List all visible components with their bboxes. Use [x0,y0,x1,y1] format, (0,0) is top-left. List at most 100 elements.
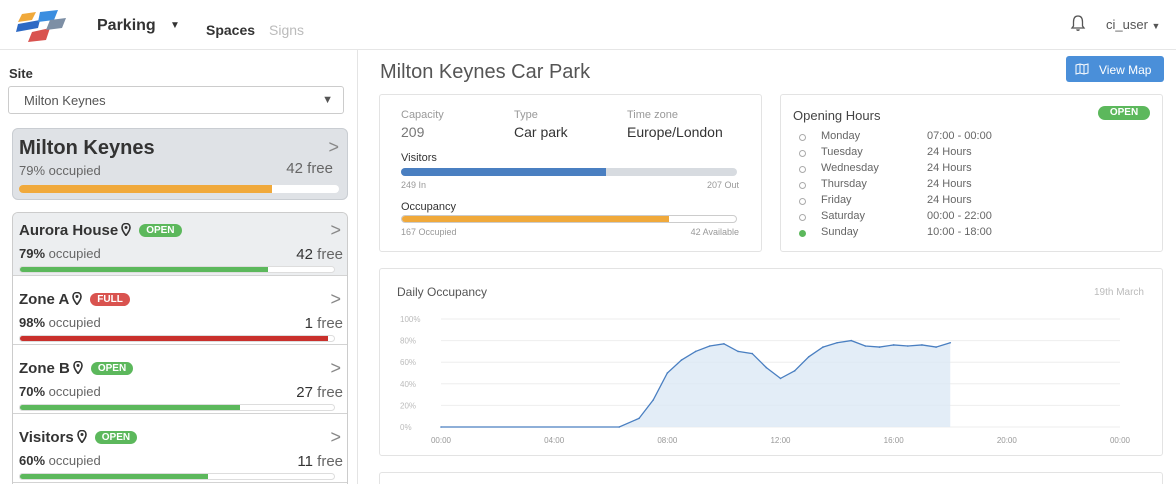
hours-time: 24 Hours [927,146,972,158]
user-menu[interactable]: ci_user ▼ [1106,17,1160,32]
x-tick-label: 00:00 [431,436,452,445]
hours-day: Friday [821,194,852,206]
hours-row: Sunday 10:00 - 18:00 [797,226,1147,242]
zone-occupied-suffix: occupied [45,384,101,399]
occupancy-bar [401,215,737,223]
visitors-in: 249 In [401,180,427,190]
occupancy-point [765,366,768,369]
zone-occupied: 60% occupied [19,453,101,468]
site-select[interactable]: Milton Keynes ▼ [8,86,344,114]
y-tick-label: 80% [400,337,416,346]
stats-panel: Capacity 209 Type Car park Time zone Eur… [379,94,762,252]
occupancy-point [850,339,853,342]
day-status-icon [799,214,806,221]
zone-bar-fill [20,336,328,341]
zone-free: 42 free [296,246,343,263]
type-label: Type [514,109,538,121]
available-count: 42 Available [690,227,739,237]
tab-signs[interactable]: Signs [269,22,304,38]
view-map-button[interactable]: View Map [1066,56,1164,82]
location-pin-icon [73,361,83,374]
visitors-out: 207 Out [706,180,739,190]
zone-bar-fill [20,267,269,272]
occupancy-point [935,346,937,348]
site-summary-name: Milton Keynes [19,137,155,159]
x-tick-label: 20:00 [997,436,1018,445]
user-name: ci_user [1106,17,1148,32]
zone-free-suffix: free [312,246,343,263]
y-tick-label: 20% [400,401,416,410]
day-status-icon [799,166,806,173]
occupancy-point [878,346,881,348]
zone-name: Zone A [19,291,70,308]
opening-hours-panel: Opening Hours OPEN Monday 07:00 - 00:00 Tu… [780,94,1163,252]
zone-title: Aurora House OPEN [19,222,182,239]
chevron-right-icon: > [330,427,341,447]
hours-time: 24 Hours [927,178,972,190]
occupancy-point [892,344,895,346]
zone-bar [19,335,335,342]
occupancy-label: Occupancy [401,201,457,213]
app-title[interactable]: Parking [97,17,156,35]
occupancy-point [836,341,838,344]
occupancy-point [723,343,725,345]
zone-occupied-suffix: occupied [45,246,101,261]
zone-status-badge: OPEN [94,431,138,444]
zone-status-badge: FULL [90,293,130,306]
bell-icon[interactable] [1068,13,1088,33]
zone-occupied: 98% occupied [19,315,101,330]
hours-row: Monday 07:00 - 00:00 [797,130,1147,146]
day-status-icon [799,150,806,157]
zone-item[interactable]: Visitors OPEN 60% occupied 11 free > [13,420,347,483]
site-select-value: Milton Keynes [24,93,106,108]
daily-occupancy-panel: Daily Occupancy 19th March 0% 20% 40% 60% 80… [379,268,1163,456]
zone-free: 1 free [305,315,343,332]
site-summary-bar-fill [19,185,272,193]
zone-occupied-pct: 70% [19,384,46,399]
zone-free-count: 1 [304,315,313,332]
opening-hours-title: Opening Hours [793,108,881,123]
occupancy-point [666,372,669,374]
zone-title: Zone B OPEN [19,360,134,377]
occupancy-point [864,345,867,347]
zone-item[interactable]: Zone B OPEN 70% occupied 27 free > [13,351,347,414]
occupancy-point [440,426,442,428]
site-label: Site [9,66,33,81]
hours-day: Thursday [821,178,867,190]
zone-item[interactable]: Aurora House OPEN 79% occupied 42 free > [13,213,347,276]
zone-free-suffix: free [312,384,343,401]
hours-day: Saturday [821,210,866,222]
occupancy-point [680,359,683,361]
occupancy-point [751,352,754,355]
site-summary-free: 42 free [286,160,333,177]
visitors-bar-fill [401,168,606,176]
site-summary-card[interactable]: Milton Keynes 79% occupied 42 free > [12,128,348,200]
capacity-value: 209 [401,124,425,140]
y-tick-label: 100% [400,315,420,324]
map-icon [1075,63,1089,75]
location-pin-icon [72,292,83,305]
hours-day: Monday [821,130,861,142]
zone-occupied-pct: 60% [19,453,46,468]
occupancy-point [907,345,909,347]
zone-free-count: 42 [296,246,313,263]
x-tick-label: 16:00 [884,436,905,445]
visitors-label: Visitors [401,152,437,164]
app-menu-caret-icon[interactable]: ▼ [170,20,180,31]
zone-occupied: 70% occupied [19,384,101,399]
zone-status-badge: OPEN [90,362,134,375]
occupancy-point [708,345,711,347]
occupancy-point [921,344,923,346]
hours-row: Thursday 24 Hours [797,178,1147,194]
select-arrow-icon: ▼ [322,94,333,106]
tab-spaces[interactable]: Spaces [206,22,255,38]
day-status-icon [799,230,806,237]
zone-free: 27 free [296,384,343,401]
zone-occupied-suffix: occupied [45,453,101,468]
app-logo[interactable] [10,6,70,44]
capacity-label: Capacity [401,109,444,121]
sidebar: Site Milton Keynes ▼ Milton Keynes 79% o… [0,50,358,484]
zone-occupied-pct: 79% [19,246,46,261]
zone-item[interactable]: Zone A FULL 98% occupied 1 free > [13,282,347,345]
hours-time: 07:00 - 00:00 [927,130,992,142]
